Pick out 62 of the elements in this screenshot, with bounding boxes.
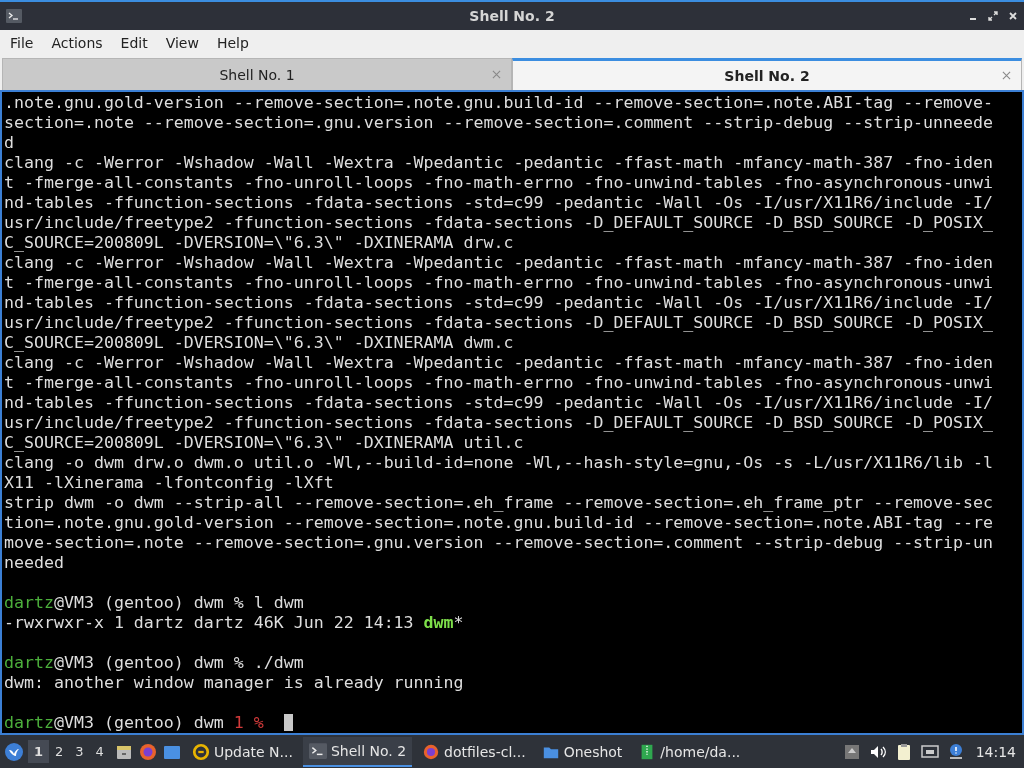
terminal-text: usr/include/freetype2 -ffunction-sections -fdata-sections -D_DEFAULT_SOURCE -D_BSD_SOURCE -D_POSIX_ bbox=[4, 413, 994, 432]
terminal-text: @VM3 (gentoo) dwm % ./dwm bbox=[53, 653, 304, 672]
terminal-text: d bbox=[4, 133, 14, 152]
terminal-text: t -fmerge-all-constants -fno-unroll-loops -fno-math-errno -fno-unwind-tables -fno-asynchronous-unwi bbox=[4, 373, 994, 392]
taskbar-task[interactable]: dotfiles-cl... bbox=[416, 736, 532, 767]
terminal-text: C_SOURCE=200809L -DVERSION=\"6.3\" -DXINERAMA dwm.c bbox=[4, 333, 514, 352]
menu-item[interactable]: File bbox=[10, 33, 52, 53]
desktop-button[interactable]: 1 bbox=[28, 740, 50, 763]
tab[interactable]: Shell No. 2 bbox=[512, 58, 1022, 90]
terminal-area[interactable] bbox=[0, 90, 1024, 735]
menu-item[interactable]: View bbox=[165, 33, 217, 53]
executable-name: dwm bbox=[423, 613, 454, 632]
close-tab-icon[interactable] bbox=[1002, 71, 1011, 80]
terminal-text: -rwxrwxr-x 1 dartz dartz 46K Jun 22 14:13 bbox=[4, 613, 415, 632]
terminal-text: strip dwm -o dwm --strip-all --remove-section=.eh_frame --remove-section=.eh_frame_ptr --remove-sec bbox=[4, 493, 994, 512]
terminal-text: dwm: another window manager is already running bbox=[4, 673, 464, 692]
terminal-text: tion=.note.gnu.gold-version --remove-section=.note.gnu.build-id --remove-section=.note.ABI-tag --re bbox=[4, 513, 994, 532]
terminal-text: nd-tables -ffunction-sections -fdata-sections -std=c99 -pedantic -Wall -Os -I/usr/X11R6/include -I/ bbox=[4, 193, 994, 212]
maximize-icon[interactable] bbox=[988, 11, 998, 21]
taskbar-task[interactable]: Update N... bbox=[185, 736, 299, 767]
tab[interactable]: Shell No. 1 bbox=[2, 58, 512, 90]
terminal-text: C_SOURCE=200809L -DVERSION=\"6.3\" -DXINERAMA util.c bbox=[4, 433, 524, 452]
terminal-text: clang -c -Werror -Wshadow -Wall -Wextra -Wpedantic -pedantic -ffast-math -mfancy-math-387 -fno-iden bbox=[4, 353, 994, 372]
taskbar-task[interactable]: /home/da... bbox=[632, 736, 747, 767]
taskbar-task[interactable]: Oneshot bbox=[535, 736, 629, 767]
prompt-username: dartz bbox=[4, 713, 54, 732]
terminal-text: X11 -lXinerama -lfontconfig -lXft bbox=[4, 473, 334, 492]
terminal-text: t -fmerge-all-constants -fno-unroll-loops -fno-math-errno -fno-unwind-tables -fno-asynchronous-unwi bbox=[4, 173, 994, 192]
menu-item[interactable]: Actions bbox=[51, 33, 121, 53]
terminal-icon bbox=[308, 741, 327, 760]
desktop-button[interactable]: 2 bbox=[49, 740, 70, 763]
exit-code: 1 % bbox=[233, 713, 264, 732]
terminal-text: .note.gnu.gold-version --remove-section=.note.gnu.build-id --remove-section=.note.ABI-tag --remove- bbox=[4, 93, 994, 112]
terminal-text: @VM3 (gentoo) dwm bbox=[53, 713, 225, 732]
browser-icon[interactable] bbox=[137, 741, 158, 762]
terminal-text: @VM3 (gentoo) dwm % l dwm bbox=[53, 593, 304, 612]
terminal-text: nd-tables -ffunction-sections -fdata-sections -std=c99 -pedantic -Wall -Os -I/usr/X11R6/include -I/ bbox=[4, 293, 994, 312]
taskbar-task[interactable]: Shell No. 2 bbox=[302, 736, 413, 767]
terminal-text: usr/include/freetype2 -ffunction-sections -fdata-sections -D_DEFAULT_SOURCE -D_BSD_SOURCE -D_POSIX_ bbox=[4, 213, 994, 232]
clock[interactable]: 14:14 bbox=[971, 743, 1020, 760]
menu-item[interactable]: Edit bbox=[120, 33, 166, 53]
terminal-text: clang -c -Werror -Wshadow -Wall -Wextra -Wpedantic -pedantic -ffast-math -mfancy-math-387 -fno-iden bbox=[4, 153, 994, 172]
terminal-text: clang -c -Werror -Wshadow -Wall -Wextra -Wpedantic -pedantic -ffast-math -mfancy-math-387 -fno-iden bbox=[4, 253, 994, 272]
terminal-text: needed bbox=[4, 553, 64, 572]
window-title: Shell No. 2 bbox=[469, 8, 555, 24]
terminal-app-icon bbox=[6, 9, 22, 23]
desktop-button[interactable]: 3 bbox=[69, 740, 90, 763]
menu-item[interactable]: Help bbox=[216, 33, 267, 53]
browser-icon bbox=[422, 742, 441, 761]
terminal-text: clang -o dwm drw.o dwm.o util.o -Wl,--build-id=none -Wl,--hash-style=gnu,-Os -s -L/usr/X11R6/lib -l bbox=[4, 453, 994, 472]
terminal-text: t -fmerge-all-constants -fno-unroll-loops -fno-math-errno -fno-unwind-tables -fno-asynchronous-unwi bbox=[4, 273, 994, 292]
update-ring-icon bbox=[191, 742, 210, 761]
desktop-button[interactable]: 4 bbox=[89, 740, 110, 763]
terminal-text: * bbox=[453, 613, 464, 632]
prompt-username: dartz bbox=[4, 593, 54, 612]
terminal-text: section=.note --remove-section=.gnu.version --remove-section=.comment --strip-debug --strip-unneede bbox=[4, 113, 994, 132]
close-icon[interactable] bbox=[1008, 11, 1018, 21]
terminal-text: nd-tables -ffunction-sections -fdata-sections -std=c99 -pedantic -Wall -Os -I/usr/X11R6/include -I/ bbox=[4, 393, 994, 412]
prompt-username: dartz bbox=[4, 653, 54, 672]
terminal-text: usr/include/freetype2 -ffunction-sections -fdata-sections -D_DEFAULT_SOURCE -D_BSD_SOURCE -D_POSIX_ bbox=[4, 313, 994, 332]
terminal-text: C_SOURCE=200809L -DVERSION=\"6.3\" -DXINERAMA drw.c bbox=[4, 233, 514, 252]
terminal-text: move-section=.note --remove-section=.gnu.version --remove-section=.comment --strip-debug --strip-un bbox=[4, 533, 994, 552]
